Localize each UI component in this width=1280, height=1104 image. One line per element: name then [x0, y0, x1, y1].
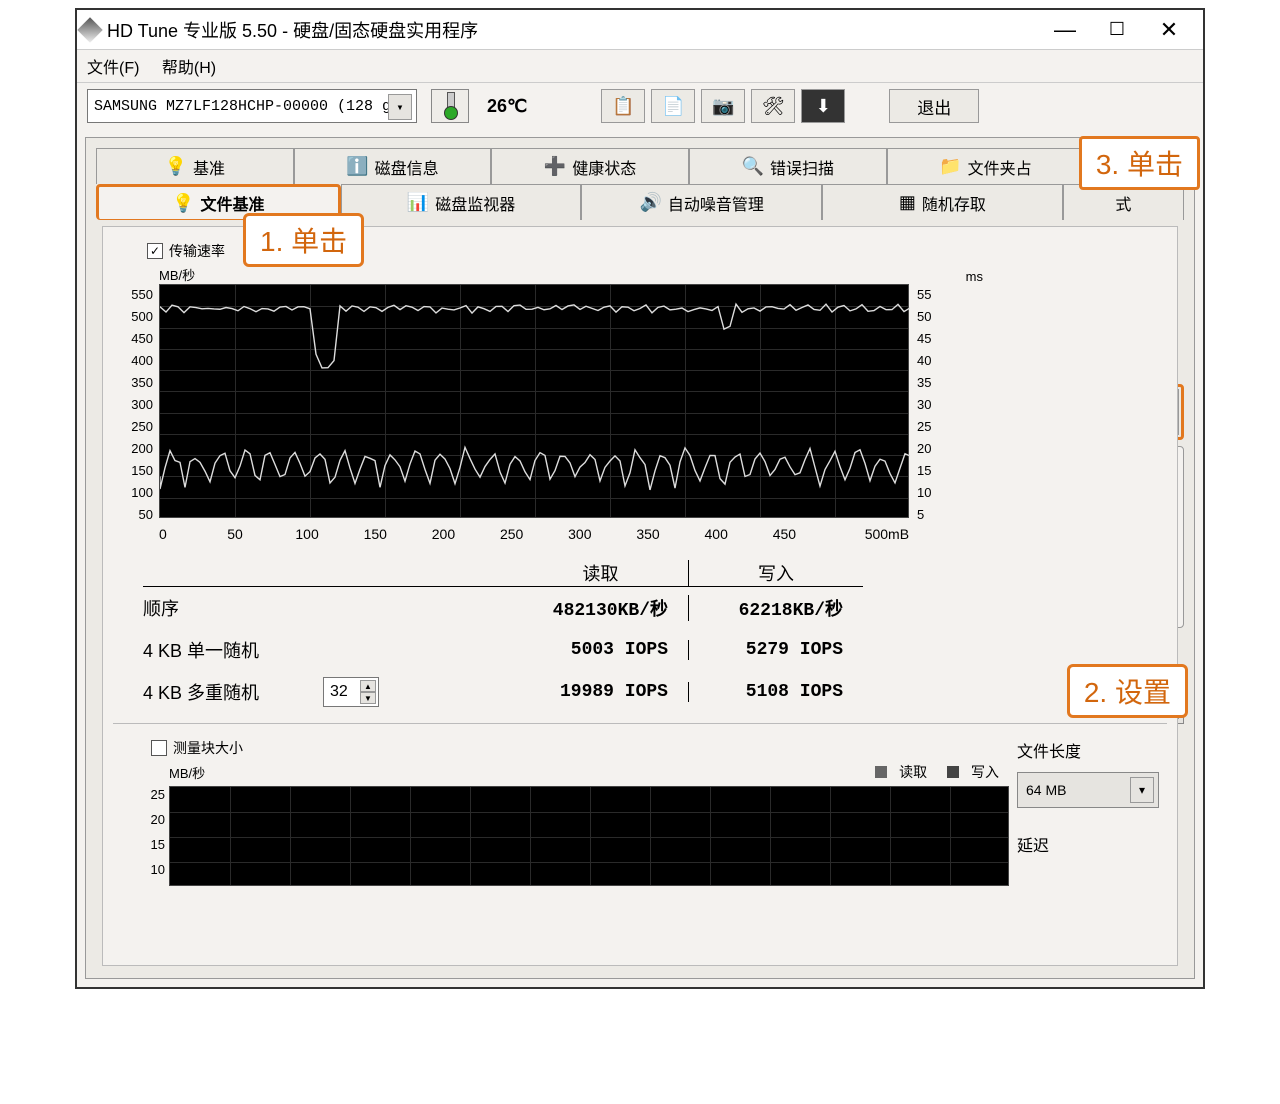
delay-label: 延迟	[1017, 832, 1159, 856]
drive-select[interactable]: SAMSUNG MZ7LF128HCHP-00000 (128 g) ▾	[87, 89, 417, 123]
block-size-checkbox[interactable]: 测量块大小	[151, 738, 1009, 758]
checkbox-icon-checked: ✓	[147, 243, 163, 259]
lower-section: 测量块大小 MB/秒 读取 写入 2520 1510	[113, 723, 1167, 886]
tab-folder-usage[interactable]: 📁文件夹占	[887, 148, 1085, 184]
chart-icon: 📊	[407, 192, 429, 213]
menu-file[interactable]: 文件(F)	[87, 60, 139, 77]
menubar: 文件(F) 帮助(H)	[77, 50, 1203, 83]
callout-3: 3. 单击	[1079, 136, 1200, 190]
speaker-icon: 🔊	[639, 192, 661, 213]
app-icon	[77, 17, 102, 42]
tab-random-access[interactable]: ▦随机存取	[822, 184, 1063, 220]
lower-right-panel: 文件长度 64 MB ▾ 延迟	[1009, 732, 1167, 886]
copy-info-button[interactable]: 📋	[601, 89, 645, 123]
tab-disk-info[interactable]: ℹ️磁盘信息	[294, 148, 492, 184]
chart-unit-left: MB/秒	[159, 265, 195, 284]
tabs-row-1: 💡基准 ℹ️磁盘信息 ➕健康状态 🔍错误扫描 📁文件夹占 除	[96, 148, 1184, 184]
menu-help[interactable]: 帮助(H)	[162, 60, 216, 77]
random-icon: ▦	[899, 192, 916, 213]
legend-write-swatch	[947, 766, 959, 778]
camera-icon: 📷	[712, 96, 734, 117]
close-button[interactable]: ✕	[1155, 17, 1183, 43]
folder-icon: 📁	[939, 156, 961, 177]
col-write: 写入	[689, 560, 863, 586]
content-area: ✓ 传输速率 1. 单击 MB/秒 ms 550500450 400350300…	[102, 226, 1178, 966]
results-table: 读取 写入 顺序 482130KB/秒 62218KB/秒 4 KB 单一随机 …	[143, 560, 863, 713]
table-row: 顺序 482130KB/秒 62218KB/秒	[143, 587, 863, 629]
spin-down-icon[interactable]: ▼	[360, 692, 376, 704]
thermometer-icon	[442, 92, 458, 120]
info-icon: ℹ️	[346, 156, 368, 177]
chart-y-left-axis: 550500450 400350300 250200150 10050	[113, 284, 153, 526]
file-bulb-icon: 💡	[172, 193, 194, 214]
drive-select-value: SAMSUNG MZ7LF128HCHP-00000 (128 g)	[94, 98, 400, 115]
health-icon: ➕	[544, 156, 566, 177]
callout-2: 2. 设置	[1067, 664, 1188, 718]
legend-read-swatch	[875, 766, 887, 778]
chart2-legend: 读取 写入	[859, 762, 999, 782]
chart-upper: 550500450 400350300 250200150 10050 5550…	[113, 284, 1167, 526]
chart2-unit: MB/秒	[169, 763, 205, 782]
temperature-value: 26℃	[487, 96, 527, 117]
spin-up-icon[interactable]: ▲	[360, 680, 376, 692]
bulb-icon: 💡	[165, 156, 187, 177]
chart-x-axis: 050100 150200250 300350400 450500mB	[159, 526, 909, 542]
chart2-canvas	[169, 786, 1009, 886]
callout-1: 1. 单击	[243, 213, 364, 267]
tab-container: 💡基准 ℹ️磁盘信息 ➕健康状态 🔍错误扫描 📁文件夹占 除 💡文件基准 📊磁盘…	[85, 137, 1195, 979]
chart-canvas	[159, 284, 909, 518]
window-title: HD Tune 专业版 5.50 - 硬盘/固态硬盘实用程序	[107, 17, 1051, 43]
lower-file-length-label: 文件长度	[1017, 738, 1159, 762]
chevron-down-icon[interactable]: ▾	[1130, 777, 1154, 803]
save-button[interactable]: ⬇	[801, 89, 845, 123]
tab-benchmark[interactable]: 💡基准	[96, 148, 294, 184]
tab-health[interactable]: ➕健康状态	[491, 148, 689, 184]
search-icon: 🔍	[742, 156, 764, 177]
minimize-button[interactable]: —	[1051, 17, 1079, 43]
table-row: 4 KB 多重随机 32 ▲▼ 19989 IOPS 5108 IOPS	[143, 671, 863, 713]
tab-aam[interactable]: 🔊自动噪音管理	[581, 184, 822, 220]
copy-icon: 📋	[612, 96, 634, 117]
tab-disk-monitor[interactable]: 📊磁盘监视器	[341, 184, 582, 220]
options-button[interactable]: 🛠	[751, 89, 795, 123]
exit-button[interactable]: 退出	[889, 89, 979, 123]
clipboard-icon: 📄	[662, 96, 684, 117]
download-icon: ⬇	[816, 96, 831, 117]
titlebar: HD Tune 专业版 5.50 - 硬盘/固态硬盘实用程序 — ☐ ✕	[77, 10, 1203, 50]
tab-error-scan[interactable]: 🔍错误扫描	[689, 148, 887, 184]
chart-unit-right: ms	[953, 269, 983, 284]
table-row: 4 KB 单一随机 5003 IOPS 5279 IOPS	[143, 629, 863, 671]
toolbar: SAMSUNG MZ7LF128HCHP-00000 (128 g) ▾ 26℃…	[77, 83, 1203, 129]
col-read: 读取	[513, 560, 689, 586]
temperature-box	[431, 89, 469, 123]
gear-icon: 🛠	[762, 96, 785, 117]
copy-text-button[interactable]: 📄	[651, 89, 695, 123]
lower-file-length-select[interactable]: 64 MB ▾	[1017, 772, 1159, 808]
screenshot-button[interactable]: 📷	[701, 89, 745, 123]
checkbox-icon-unchecked	[151, 740, 167, 756]
chevron-down-icon[interactable]: ▾	[388, 94, 412, 120]
maximize-button[interactable]: ☐	[1103, 19, 1131, 40]
chart2-y-axis: 2520 1510	[143, 782, 165, 886]
chart-y-right-axis: 555045 403530 252015 105	[917, 284, 947, 526]
queue-depth-spinner[interactable]: 32 ▲▼	[323, 677, 379, 707]
